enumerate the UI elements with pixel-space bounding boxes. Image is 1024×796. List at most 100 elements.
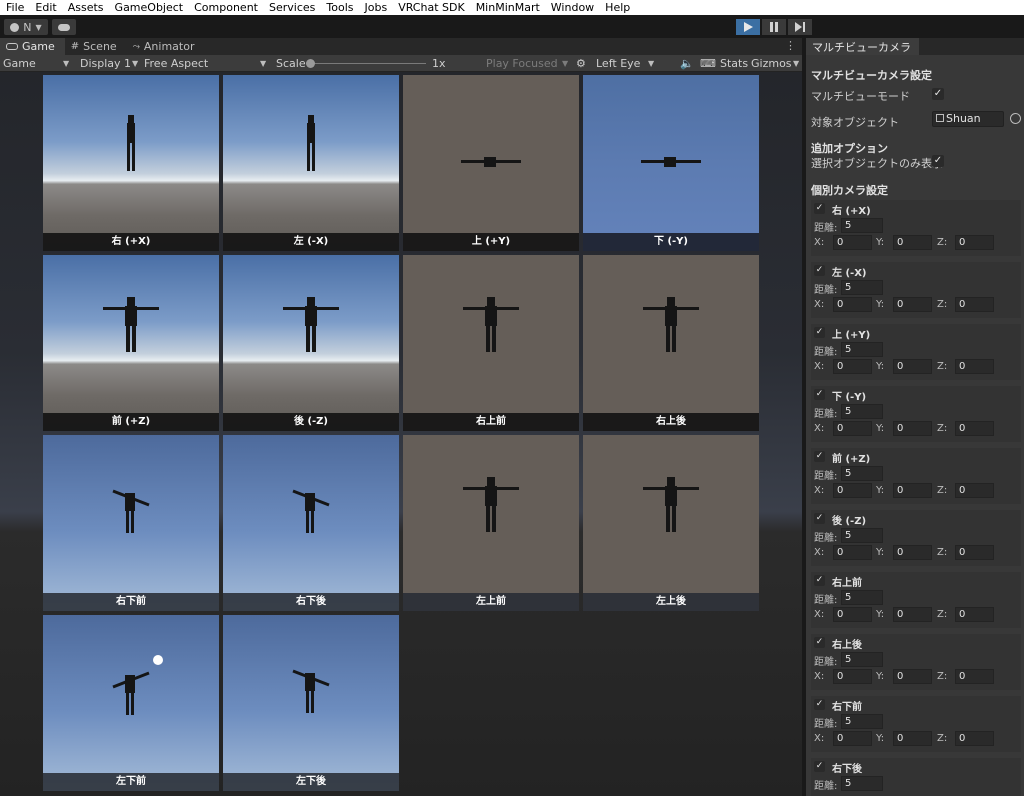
eye-dropdown[interactable]: Left Eye ▼	[596, 55, 656, 72]
y-field[interactable]: 0	[893, 545, 932, 560]
camera-enabled-checkbox[interactable]: ✓	[814, 451, 825, 462]
game-view-toolbar: Game ▼ Display 1 ▼ Free Aspect ▼ Scale 1…	[0, 55, 802, 72]
x-field[interactable]: 0	[833, 607, 872, 622]
menu-item[interactable]: File	[0, 0, 29, 15]
z-field[interactable]: 0	[955, 607, 994, 622]
x-field[interactable]: 0	[833, 359, 872, 374]
menu-item[interactable]: MinMinMart	[470, 0, 545, 15]
z-label: Z:	[937, 485, 948, 496]
vr-settings-icon[interactable]: ⚙	[576, 55, 586, 72]
x-field[interactable]: 0	[833, 669, 872, 684]
menu-item[interactable]: Jobs	[359, 0, 393, 15]
tab-scene[interactable]: # Scene	[65, 38, 127, 55]
avatar-figure	[103, 297, 159, 356]
z-field[interactable]: 0	[955, 731, 994, 746]
y-field[interactable]: 0	[893, 297, 932, 312]
additional-options-heading: 追加オプション	[811, 142, 888, 155]
camera-enabled-checkbox[interactable]: ✓	[814, 389, 825, 400]
game-view[interactable]: 右 (+X) 左 (-X) 上 (+Y) 下 (-Y) 前 (+Z) 後 (-Z) 右上前右…	[0, 72, 802, 796]
z-field[interactable]: 0	[955, 669, 994, 684]
display-dropdown[interactable]: Display 1 ▼	[80, 55, 138, 72]
x-field[interactable]: 0	[833, 421, 872, 436]
chevron-down-icon: ▼	[562, 59, 569, 68]
target-object-field[interactable]: Shuan	[932, 111, 1004, 127]
play-button[interactable]	[736, 19, 760, 35]
cloud-button[interactable]	[52, 19, 76, 35]
tab-multiview-camera[interactable]: マルチビューカメラ	[806, 38, 919, 55]
menu-item[interactable]: Assets	[62, 0, 109, 15]
step-button[interactable]	[788, 19, 812, 35]
distance-field[interactable]: 5	[841, 342, 883, 357]
avatar-figure	[283, 297, 339, 356]
multiview-mode-checkbox[interactable]: ✓	[932, 88, 944, 100]
distance-field[interactable]: 5	[841, 218, 883, 233]
y-field[interactable]: 0	[893, 483, 932, 498]
x-field[interactable]: 0	[833, 545, 872, 560]
distance-label: 距離:	[814, 719, 838, 730]
x-field[interactable]: 0	[833, 297, 872, 312]
y-label: Y:	[876, 485, 885, 496]
z-field[interactable]: 0	[955, 545, 994, 560]
camera-enabled-checkbox[interactable]: ✓	[814, 327, 825, 338]
camera-enabled-checkbox[interactable]: ✓	[814, 203, 825, 214]
z-field[interactable]: 0	[955, 421, 994, 436]
distance-field[interactable]: 5	[841, 652, 883, 667]
menu-item[interactable]: Services	[263, 0, 320, 15]
camera-enabled-checkbox[interactable]: ✓	[814, 699, 825, 710]
menu-item[interactable]: Component	[188, 0, 263, 15]
y-field[interactable]: 0	[893, 669, 932, 684]
distance-field[interactable]: 5	[841, 280, 883, 295]
menu-item[interactable]: Edit	[29, 0, 61, 15]
distance-field[interactable]: 5	[841, 590, 883, 605]
scale-slider[interactable]	[306, 55, 426, 72]
y-field[interactable]: 0	[893, 421, 932, 436]
selected-only-checkbox[interactable]: ✓	[932, 155, 944, 167]
y-field[interactable]: 0	[893, 731, 932, 746]
camera-enabled-checkbox[interactable]: ✓	[814, 575, 825, 586]
x-field[interactable]: 0	[833, 483, 872, 498]
distance-field[interactable]: 5	[841, 466, 883, 481]
keyboard-icon[interactable]: ⌨	[700, 55, 716, 72]
camera-enabled-checkbox[interactable]: ✓	[814, 265, 825, 276]
camera-enabled-checkbox[interactable]: ✓	[814, 637, 825, 648]
y-field[interactable]: 0	[893, 607, 932, 622]
menu-item[interactable]: Window	[545, 0, 599, 15]
tab-animator[interactable]: ⤳ Animator	[127, 38, 205, 55]
menu-item[interactable]: Help	[599, 0, 635, 15]
menu-item[interactable]: GameObject	[109, 0, 189, 15]
z-field[interactable]: 0	[955, 483, 994, 498]
camera-name: 下 (-Y)	[832, 392, 867, 403]
gizmos-dropdown[interactable]: Gizmos ▼	[751, 55, 801, 72]
more-options-icon[interactable]: ⋮	[785, 39, 796, 52]
y-field[interactable]: 0	[893, 235, 932, 250]
z-field[interactable]: 0	[955, 297, 994, 312]
z-field[interactable]: 0	[955, 235, 994, 250]
aspect-dropdown[interactable]: Free Aspect ▼	[144, 55, 270, 72]
game-mode-dropdown[interactable]: Game ▼	[3, 55, 73, 72]
camera-enabled-checkbox[interactable]: ✓	[814, 761, 825, 772]
menu-item[interactable]: Tools	[320, 0, 358, 15]
x-label: X:	[814, 733, 825, 744]
object-picker-icon[interactable]	[1010, 113, 1021, 124]
menu-item[interactable]: VRChat SDK	[392, 0, 470, 15]
y-field[interactable]: 0	[893, 359, 932, 374]
play-focused-dropdown[interactable]: Play Focused ▼	[486, 55, 572, 72]
x-field[interactable]: 0	[833, 235, 872, 250]
x-field[interactable]: 0	[833, 731, 872, 746]
camera-name: 左 (-X)	[832, 268, 867, 279]
stats-button[interactable]: Stats	[720, 55, 748, 72]
z-label: Z:	[937, 299, 948, 310]
account-dropdown[interactable]: N ▼	[4, 19, 48, 35]
z-field[interactable]: 0	[955, 359, 994, 374]
tab-game[interactable]: Game	[0, 38, 65, 55]
distance-field[interactable]: 5	[841, 404, 883, 419]
distance-field[interactable]: 5	[841, 776, 883, 791]
camera-settings-group: ✓ 右 (+X) 距離: 5 X: 0 Y: 0 Z: 0	[811, 200, 1021, 256]
distance-field[interactable]: 5	[841, 528, 883, 543]
distance-field[interactable]: 5	[841, 714, 883, 729]
pause-button[interactable]	[762, 19, 786, 35]
slider-thumb[interactable]	[306, 59, 315, 68]
y-label: Y:	[876, 423, 885, 434]
audio-icon[interactable]: 🔈	[680, 55, 694, 72]
camera-enabled-checkbox[interactable]: ✓	[814, 513, 825, 524]
